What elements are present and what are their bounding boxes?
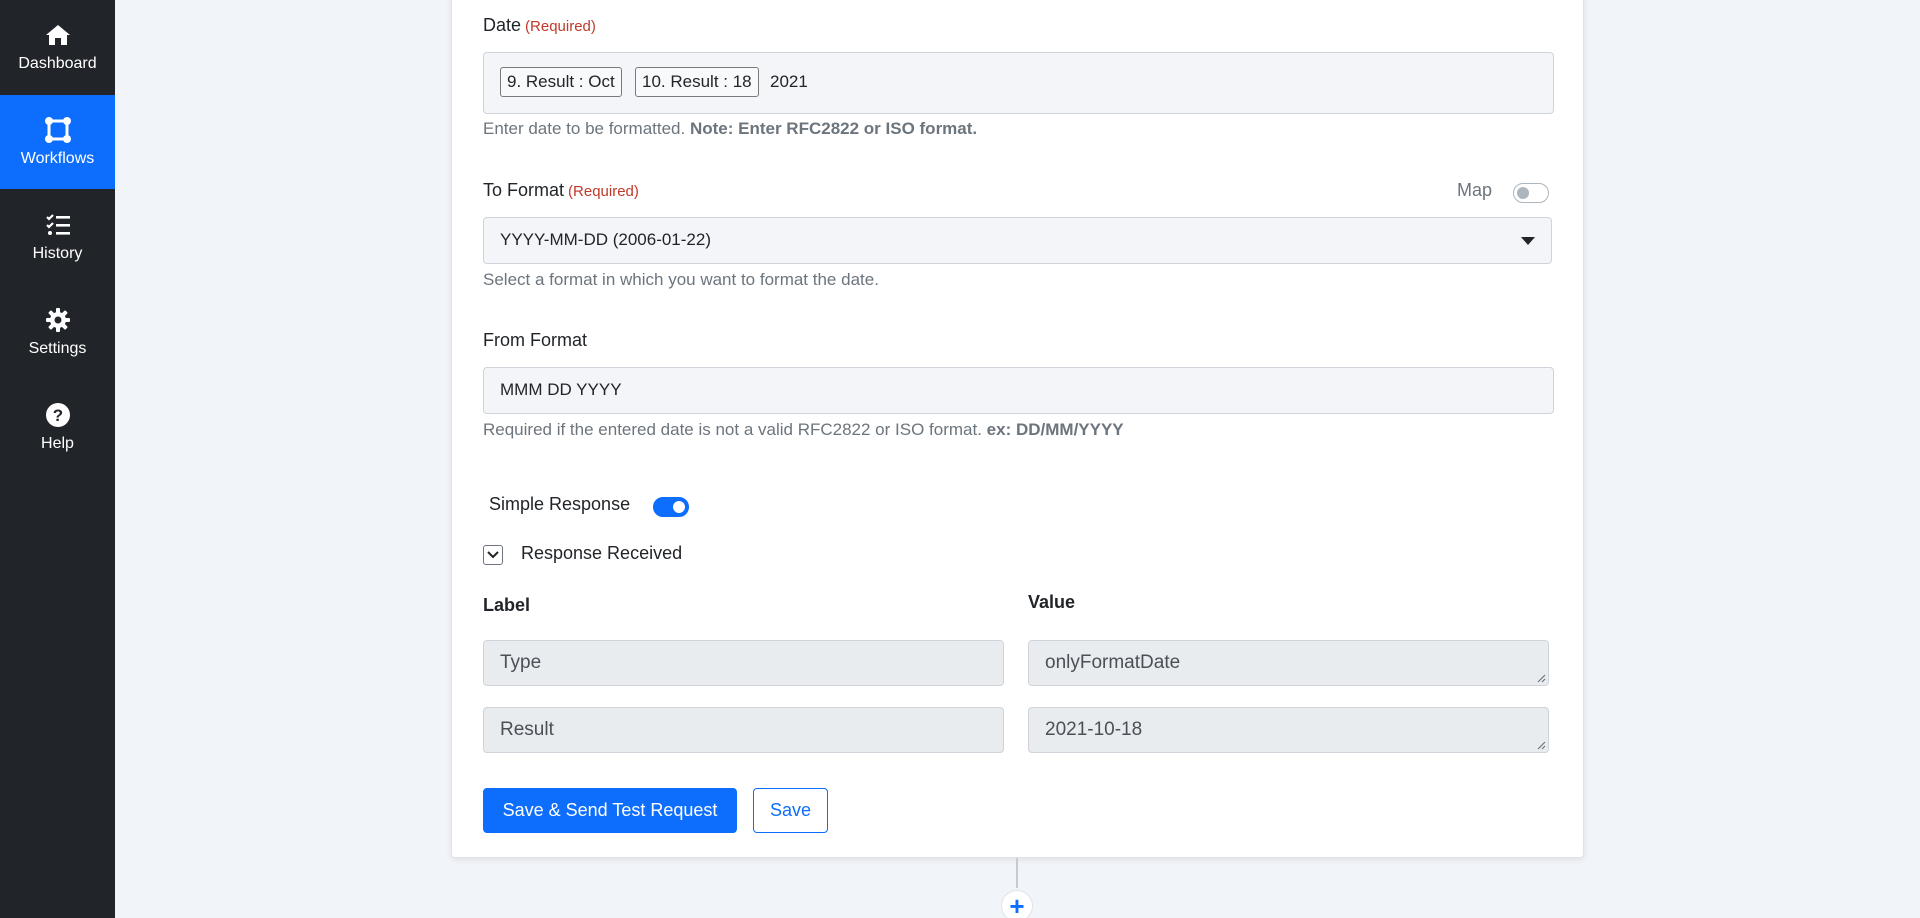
required-marker: (Required): [525, 18, 596, 35]
date-input[interactable]: 9. Result : Oct 10. Result : 18 2021: [483, 52, 1554, 114]
sidebar-item-settings[interactable]: Settings: [0, 285, 115, 379]
home-icon: [44, 21, 72, 49]
toggle-knob: [673, 501, 685, 513]
sidebar-item-dashboard[interactable]: Dashboard: [0, 0, 115, 94]
simple-response-toggle[interactable]: [653, 497, 689, 517]
date-field-label: Date (Required): [483, 15, 596, 36]
toggle-knob: [1517, 187, 1529, 199]
response-label-field: Result: [483, 707, 1004, 753]
svg-text:?: ?: [52, 406, 62, 425]
resize-grip-icon[interactable]: [1536, 673, 1546, 683]
history-list-icon: [44, 211, 72, 239]
date-help-text: Enter date to be formatted. Note: Enter …: [483, 119, 977, 139]
map-toggle-label: Map: [1457, 180, 1493, 200]
chevron-down-icon: [1521, 237, 1535, 245]
response-value-field[interactable]: onlyFormatDate: [1028, 640, 1549, 686]
date-help: Enter date to be formatted.: [483, 119, 686, 138]
value-column-header: Value: [1028, 592, 1076, 612]
response-collapse-toggle[interactable]: [483, 545, 503, 565]
save-and-send-test-button[interactable]: Save & Send Test Request: [483, 788, 737, 833]
gear-icon: [44, 306, 72, 334]
date-token-month[interactable]: 9. Result : Oct: [500, 67, 622, 97]
response-value-text: 2021-10-18: [1045, 719, 1143, 740]
resize-grip-icon[interactable]: [1536, 740, 1546, 750]
simple-response-label: Simple Response: [489, 494, 631, 514]
date-help-note: Note: Enter RFC2822 or ISO format.: [689, 119, 978, 138]
plus-icon: +: [1009, 890, 1025, 918]
required-marker: (Required): [568, 183, 639, 200]
chevron-down-icon: [487, 551, 499, 559]
sidebar-item-label: Settings: [28, 340, 87, 357]
add-step-button[interactable]: +: [1001, 890, 1033, 918]
question-circle-icon: ?: [44, 401, 72, 429]
save-button[interactable]: Save: [753, 788, 828, 833]
response-label-field: Type: [483, 640, 1004, 686]
sidebar-item-help[interactable]: ? Help: [0, 380, 115, 474]
from-format-help: Required if the entered date is not a va…: [483, 420, 982, 439]
sidebar-item-label: Dashboard: [18, 55, 97, 72]
response-value-field[interactable]: 2021-10-18: [1028, 707, 1549, 753]
step-connector-line: [1016, 858, 1018, 888]
to-format-label-text: To Format: [483, 180, 565, 200]
sidebar-item-history[interactable]: History: [0, 190, 115, 284]
sidebar: Dashboard Workflows History Settings ? H…: [0, 0, 115, 918]
sidebar-item-workflows[interactable]: Workflows: [0, 95, 115, 189]
to-format-select[interactable]: YYYY-MM-DD (2006-01-22): [483, 217, 1552, 264]
sidebar-item-label: History: [32, 245, 83, 262]
from-format-value: MMM DD YYYY: [500, 380, 622, 399]
date-token-day[interactable]: 10. Result : 18: [635, 67, 759, 97]
action-config-card: Date (Required) 9. Result : Oct 10. Resul…: [451, 0, 1584, 858]
from-format-field-label: From Format: [483, 330, 588, 350]
sidebar-item-label: Help: [41, 435, 74, 452]
to-format-selected-value: YYYY-MM-DD (2006-01-22): [500, 230, 711, 249]
response-value-text: onlyFormatDate: [1045, 652, 1181, 673]
to-format-help-text: Select a format in which you want to for…: [483, 270, 879, 289]
sidebar-item-label: Workflows: [20, 150, 95, 167]
date-label-text: Date: [483, 15, 522, 35]
to-format-field-label: To Format (Required): [483, 180, 639, 201]
from-format-help-text: Required if the entered date is not a va…: [483, 420, 1124, 440]
label-column-header: Label: [483, 595, 531, 615]
map-toggle[interactable]: [1513, 183, 1549, 203]
date-year-text: 2021: [770, 72, 808, 91]
from-format-help-example: ex: DD/MM/YYYY: [986, 420, 1124, 439]
from-format-input[interactable]: MMM DD YYYY: [483, 367, 1554, 414]
workflow-icon: [44, 116, 72, 144]
response-received-label: Response Received: [521, 543, 683, 563]
